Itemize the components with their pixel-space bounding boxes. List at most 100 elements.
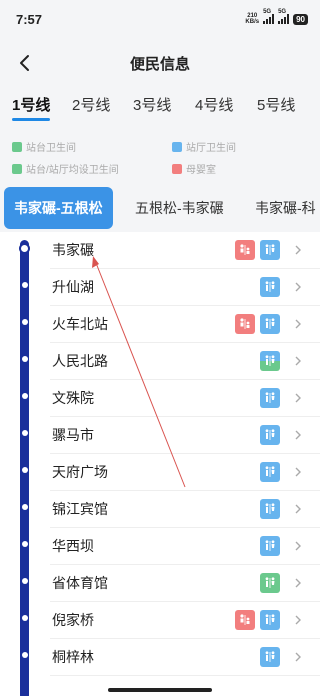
chevron-right-icon	[295, 393, 301, 403]
tab-line-1-label: 1号线	[12, 97, 51, 114]
station-row[interactable]: 升仙湖	[0, 269, 320, 306]
station-name: 天府广场	[52, 464, 108, 480]
legend-item-baby-room: 母婴室	[172, 161, 216, 176]
tab-line-5-label: 5号线	[257, 97, 296, 114]
station-name: 桐梓林	[52, 649, 94, 665]
signal-icon: 5G	[278, 9, 290, 24]
tab-line-2[interactable]: 2号线	[72, 94, 110, 115]
station-dot	[21, 578, 28, 584]
page-title: 便民信息	[129, 55, 190, 73]
direction-tabs: 韦家碾-五根松 五根松-韦家碾 韦家碾-科	[0, 187, 320, 229]
station-name: 省体育馆	[52, 575, 108, 591]
network-speed: 210 KB/s	[245, 13, 259, 25]
legend-item-hall-restroom: 站厅卫生间	[172, 139, 236, 154]
facility-icons	[260, 351, 280, 371]
tab-direction-3[interactable]: 韦家碾-科	[255, 187, 316, 229]
station-name: 文殊院	[52, 390, 94, 406]
hall-restroom-icon	[260, 388, 280, 408]
chevron-right-icon	[295, 245, 301, 255]
facility-icons	[260, 277, 280, 297]
station-dot	[21, 430, 28, 436]
baby-room-icon	[235, 314, 255, 334]
hall-restroom-icon	[260, 536, 280, 556]
baby-room-icon	[172, 163, 182, 174]
chevron-right-icon	[295, 319, 301, 329]
tab-direction-1[interactable]: 韦家碾-五根松	[4, 187, 113, 229]
station-row[interactable]: 火车北站	[0, 306, 320, 343]
station-row[interactable]: 锦江宾馆	[0, 491, 320, 528]
station-dot	[21, 282, 28, 288]
station-dot	[21, 652, 28, 658]
station-row[interactable]: 人民北路	[0, 343, 320, 380]
station-row[interactable]: 省体育馆	[0, 565, 320, 602]
chevron-right-icon	[295, 430, 301, 440]
hall-restroom-icon	[260, 425, 280, 445]
facility-icons	[260, 536, 280, 556]
direction-label: 韦家碾-五根松	[14, 200, 103, 216]
hall-restroom-icon	[260, 610, 280, 630]
station-row[interactable]: 文殊院	[0, 380, 320, 417]
direction-label: 韦家碾-科	[255, 200, 316, 216]
station-dot	[21, 615, 28, 621]
chevron-left-icon[interactable]	[16, 54, 34, 72]
legend-label: 站台/站厅均设卫生间	[26, 165, 119, 176]
hall-restroom-icon	[260, 240, 280, 260]
status-bar: 7:57 210 KB/s 5G 5G 90	[0, 0, 320, 38]
station-name: 倪家桥	[52, 612, 94, 628]
station-dot	[21, 541, 28, 547]
restroom-icon	[12, 141, 22, 152]
legend-item-both-restroom: 站台/站厅均设卫生间	[12, 161, 119, 176]
chevron-right-icon	[295, 541, 301, 551]
hall-restroom-icon	[260, 314, 280, 334]
tab-line-2-label: 2号线	[72, 97, 111, 114]
battery-icon: 90	[293, 13, 308, 25]
chevron-right-icon	[295, 578, 301, 588]
direction-label: 五根松-韦家碾	[135, 200, 224, 216]
station-row[interactable]: 骡马市	[0, 417, 320, 454]
line-tabs: 1号线 2号线 3号线 4号线 5号线	[0, 94, 320, 124]
hall-restroom-icon	[260, 462, 280, 482]
hall-restroom-icon	[260, 499, 280, 519]
station-name: 人民北路	[52, 353, 108, 369]
facility-icons	[260, 647, 280, 667]
station-dot	[21, 319, 28, 325]
header: 便民信息	[0, 40, 320, 86]
station-list: 韦家碾升仙湖 火车北站人民北路文殊院骡马市天府广场锦江宾馆 华西坝省体育馆倪家桥桐梓…	[0, 232, 320, 696]
chevron-right-icon	[295, 282, 301, 292]
facility-icons	[235, 314, 280, 334]
tab-line-1[interactable]: 1号线	[12, 94, 51, 121]
station-dot	[19, 243, 30, 254]
chevron-right-icon	[295, 652, 301, 662]
tab-line-3[interactable]: 3号线	[133, 94, 171, 115]
station-row[interactable]: 天府广场	[0, 454, 320, 491]
station-row[interactable]: 华西坝	[0, 528, 320, 565]
facility-icons	[260, 462, 280, 482]
station-dot	[21, 356, 28, 362]
network-speed-unit: KB/s	[245, 19, 260, 25]
baby-room-icon	[235, 240, 255, 260]
status-time: 7:57	[16, 11, 43, 27]
legend-label: 母婴室	[186, 165, 216, 176]
station-row[interactable]: 桐梓林	[0, 639, 320, 676]
tab-line-4[interactable]: 4号线	[195, 94, 233, 115]
hall-restroom-icon	[260, 277, 280, 297]
facility-icons	[260, 499, 280, 519]
legend-label: 站厅卫生间	[186, 143, 236, 154]
tab-line-4-label: 4号线	[195, 97, 234, 114]
chevron-right-icon	[295, 467, 301, 477]
tab-line-5[interactable]: 5号线	[257, 94, 295, 115]
station-row[interactable]: 倪家桥	[0, 602, 320, 639]
facility-icons	[235, 240, 280, 260]
signal-2-label: 5G	[278, 9, 287, 15]
active-tab-indicator	[12, 118, 51, 121]
chevron-right-icon	[295, 356, 301, 366]
restroom-icon	[12, 163, 22, 174]
station-name: 骡马市	[52, 427, 94, 443]
signal-icon: 5G	[263, 9, 275, 24]
station-name: 韦家碾	[52, 242, 94, 258]
facility-icons	[260, 573, 280, 593]
facility-icons	[260, 425, 280, 445]
station-row[interactable]: 韦家碾	[0, 232, 320, 269]
tab-direction-2[interactable]: 五根松-韦家碾	[135, 187, 224, 229]
baby-room-icon	[235, 610, 255, 630]
